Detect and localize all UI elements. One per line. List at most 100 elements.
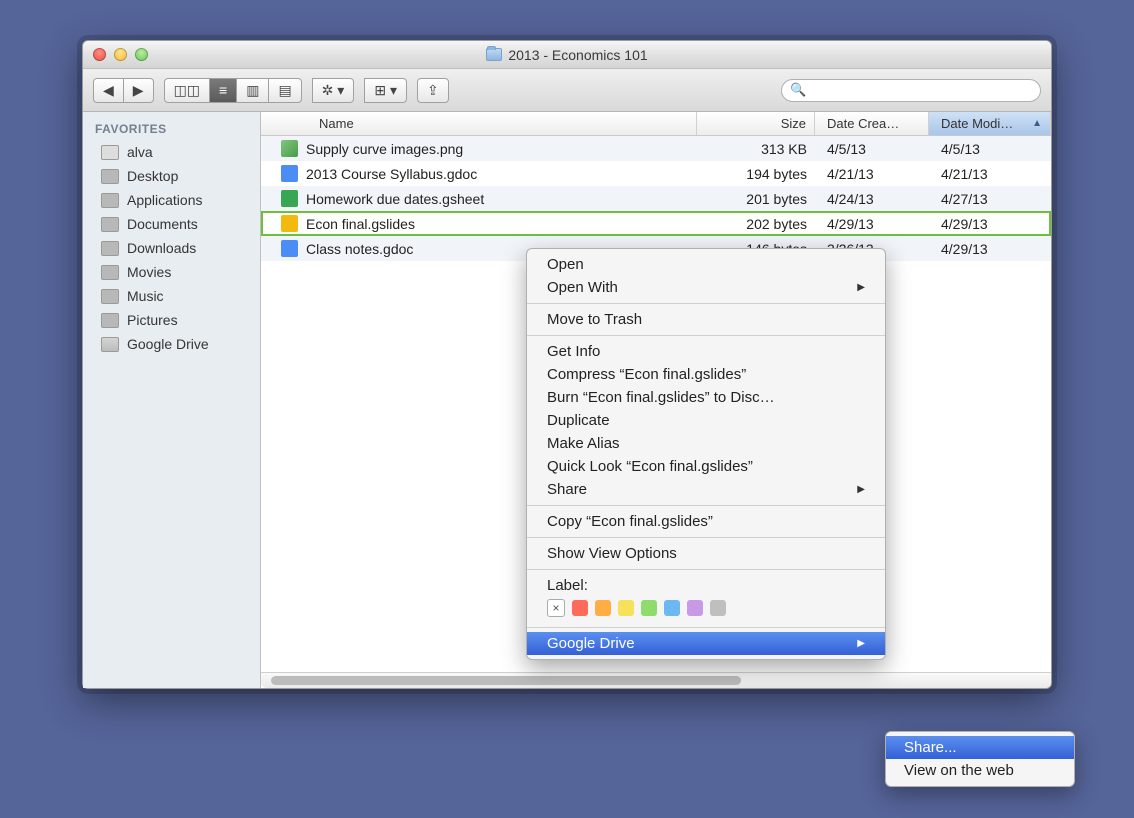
menu-item-move-to-trash[interactable]: Move to Trash (527, 308, 885, 331)
submenu-item-share[interactable]: Share... (886, 736, 1074, 759)
forward-button[interactable]: ▶ (123, 78, 154, 103)
file-row[interactable]: 2013 Course Syllabus.gdoc194 bytes4/21/1… (261, 161, 1051, 186)
movies-icon (101, 265, 119, 280)
label-color-swatch[interactable] (572, 600, 588, 616)
sidebar-item-google-drive[interactable]: Google Drive (83, 332, 260, 356)
file-size: 201 bytes (697, 191, 815, 207)
file-row[interactable]: Supply curve images.png313 KB4/5/134/5/1… (261, 136, 1051, 161)
file-date-modified: 4/27/13 (929, 191, 1051, 207)
traffic-lights (93, 48, 148, 61)
coverflow-view-button[interactable]: ▤ (268, 78, 301, 103)
sidebar-item-desktop[interactable]: Desktop (83, 164, 260, 188)
action-menu: ✲ ▾ (312, 78, 355, 103)
menu-item-google-drive[interactable]: Google Drive (527, 632, 885, 655)
share-button[interactable]: ⇪ (417, 78, 449, 103)
sidebar-item-downloads[interactable]: Downloads (83, 236, 260, 260)
file-date-created: 4/24/13 (815, 191, 929, 207)
menu-label-header: Label: (527, 574, 885, 597)
search-field[interactable]: 🔍 (781, 79, 1041, 102)
music-icon (101, 289, 119, 304)
file-size: 202 bytes (697, 216, 815, 232)
file-type-icon (281, 190, 298, 207)
file-name: Econ final.gslides (306, 216, 415, 232)
search-input[interactable] (811, 82, 1032, 99)
horizontal-scrollbar[interactable] (261, 672, 1051, 688)
window-title: 2013 - Economics 101 (508, 47, 647, 63)
menu-item-compress-econ-final-gslides[interactable]: Compress “Econ final.gslides” (527, 363, 885, 386)
sidebar-item-pictures[interactable]: Pictures (83, 308, 260, 332)
close-window-button[interactable] (93, 48, 106, 61)
sidebar-item-label: Desktop (127, 168, 178, 184)
menu-item-make-alias[interactable]: Make Alias (527, 432, 885, 455)
pictures-icon (101, 313, 119, 328)
file-type-icon (281, 215, 298, 232)
file-name: Homework due dates.gsheet (306, 191, 484, 207)
sidebar-item-label: Movies (127, 264, 171, 280)
file-row[interactable]: Homework due dates.gsheet 201 bytes4/24/1… (261, 186, 1051, 211)
label-color-swatch[interactable] (595, 600, 611, 616)
column-date-created[interactable]: Date Crea… (815, 112, 929, 135)
google-drive-submenu: Share...View on the web (885, 731, 1075, 787)
folder-icon (486, 48, 502, 61)
file-date-created: 4/29/13 (815, 216, 929, 232)
menu-item-get-info[interactable]: Get Info (527, 340, 885, 363)
titlebar: 2013 - Economics 101 (83, 41, 1051, 69)
list-view-button[interactable]: ≡ (209, 78, 237, 103)
menu-item-copy-econ-final-gslides[interactable]: Copy “Econ final.gslides” (527, 510, 885, 533)
label-color-swatch[interactable] (710, 600, 726, 616)
sidebar-item-documents[interactable]: Documents (83, 212, 260, 236)
file-type-icon (281, 240, 298, 257)
menu-item-burn-econ-final-gslides-to-disc[interactable]: Burn “Econ final.gslides” to Disc… (527, 386, 885, 409)
back-button[interactable]: ◀ (93, 78, 124, 103)
sidebar-item-applications[interactable]: Applications (83, 188, 260, 212)
arrange-menu: ⊞ ▾ (364, 78, 407, 103)
nav-buttons: ◀ ▶ (93, 78, 154, 103)
file-date-created: 4/5/13 (815, 141, 929, 157)
file-size: 194 bytes (697, 166, 815, 182)
file-type-icon (281, 140, 298, 157)
menu-item-share[interactable]: Share (527, 478, 885, 501)
label-color-swatch[interactable] (618, 600, 634, 616)
docs-icon (101, 217, 119, 232)
column-date-modified[interactable]: Date Modi… ▲ (929, 112, 1051, 135)
sidebar-item-label: Documents (127, 216, 198, 232)
sidebar-item-alva[interactable]: alva (83, 140, 260, 164)
label-clear-button[interactable]: × (547, 599, 565, 617)
submenu-item-view-on-the-web[interactable]: View on the web (886, 759, 1074, 782)
context-menu: OpenOpen With Move to Trash Get InfoCompre… (526, 248, 886, 660)
menu-item-show-view-options[interactable]: Show View Options (527, 542, 885, 565)
menu-item-quick-look-econ-final-gslides[interactable]: Quick Look “Econ final.gslides” (527, 455, 885, 478)
file-name: 2013 Course Syllabus.gdoc (306, 166, 477, 182)
action-button[interactable]: ✲ ▾ (312, 78, 355, 103)
sidebar-item-label: Downloads (127, 240, 196, 256)
menu-item-open-with[interactable]: Open With (527, 276, 885, 299)
file-row[interactable]: Econ final.gslides202 bytes4/29/134/29/1… (261, 211, 1051, 236)
file-date-modified: 4/29/13 (929, 241, 1051, 257)
label-color-swatch[interactable] (687, 600, 703, 616)
column-name[interactable]: Name (261, 112, 697, 135)
column-view-button[interactable]: ▥ (236, 78, 269, 103)
column-size[interactable]: Size (697, 112, 815, 135)
label-color-swatch[interactable] (664, 600, 680, 616)
desktop-icon (101, 169, 119, 184)
zoom-window-button[interactable] (135, 48, 148, 61)
file-date-modified: 4/21/13 (929, 166, 1051, 182)
arrange-button[interactable]: ⊞ ▾ (364, 78, 407, 103)
file-date-modified: 4/5/13 (929, 141, 1051, 157)
scrollbar-thumb[interactable] (271, 676, 741, 685)
downloads-icon (101, 241, 119, 256)
file-date-created: 4/21/13 (815, 166, 929, 182)
file-size: 313 KB (697, 141, 815, 157)
sidebar-section-header: FAVORITES (83, 120, 260, 140)
sidebar-item-movies[interactable]: Movies (83, 260, 260, 284)
file-name: Supply curve images.png (306, 141, 463, 157)
icon-view-button[interactable]: ◫◫ (164, 78, 210, 103)
sidebar-item-music[interactable]: Music (83, 284, 260, 308)
label-color-swatch[interactable] (641, 600, 657, 616)
menu-item-duplicate[interactable]: Duplicate (527, 409, 885, 432)
minimize-window-button[interactable] (114, 48, 127, 61)
toolbar: ◀ ▶ ◫◫ ≡ ▥ ▤ ✲ ▾ ⊞ ▾ ⇪ 🔍 (83, 69, 1051, 112)
sort-ascending-icon: ▲ (1032, 118, 1042, 129)
folder-icon (101, 337, 119, 352)
menu-item-open[interactable]: Open (527, 253, 885, 276)
